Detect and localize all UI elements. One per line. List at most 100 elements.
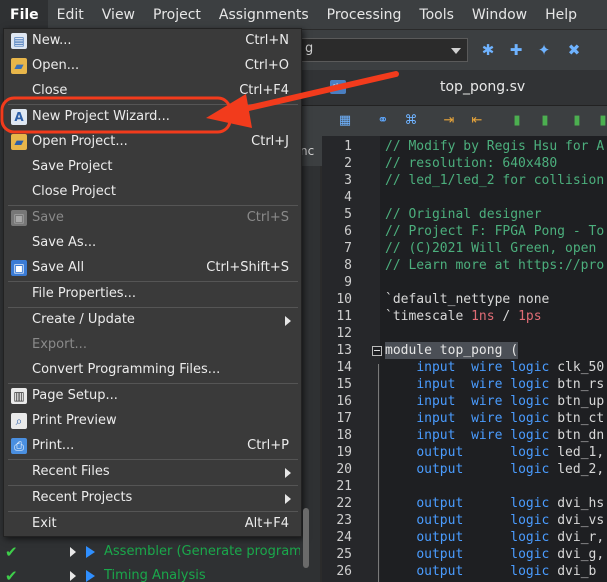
code-token: / xyxy=(494,309,519,324)
menu-item-label: Save All xyxy=(32,260,85,275)
bookmark-prev-icon[interactable]: ▮ xyxy=(568,112,586,130)
menu-window[interactable]: Window xyxy=(463,0,536,30)
menu-item-label: Export... xyxy=(32,337,87,352)
code-line: input wire logic btn_dn xyxy=(416,428,605,443)
menu-item-save-project[interactable]: Save Project xyxy=(4,155,301,180)
fold-toggle-icon[interactable] xyxy=(372,346,382,356)
indent-icon[interactable]: ⇥ xyxy=(440,112,458,130)
menu-item-label: Recent Projects xyxy=(32,490,133,505)
menu-item-shortcut: Ctrl+P xyxy=(247,438,289,453)
find-icon[interactable]: ⚭ xyxy=(374,112,392,130)
line-number: 11 xyxy=(336,309,352,324)
menu-item-recent-files[interactable]: Recent Files xyxy=(4,460,301,485)
line-number: 22 xyxy=(336,496,352,511)
menu-item-open-project[interactable]: ▰ Open Project... Ctrl+J xyxy=(4,130,301,155)
menu-edit[interactable]: Edit xyxy=(48,0,93,30)
side-strip-label: nc xyxy=(300,136,322,166)
menu-file[interactable]: File xyxy=(0,0,48,30)
templates-icon[interactable]: ▦ xyxy=(336,112,354,130)
menu-item-save-all[interactable]: ▣ Save All Ctrl+Shift+S xyxy=(4,256,301,281)
line-number: 2 xyxy=(344,156,352,171)
menu-item-shortcut: Ctrl+S xyxy=(246,210,289,225)
outdent-icon[interactable]: ⇤ xyxy=(468,112,486,130)
print-preview-icon: ⌕ xyxy=(11,413,27,429)
menu-item-shortcut: Ctrl+N xyxy=(245,33,289,48)
menu-help[interactable]: Help xyxy=(536,0,586,30)
menu-item-new-project-wizard[interactable]: A New Project Wizard... xyxy=(4,105,301,130)
menu-item-print[interactable]: ⎙ Print... Ctrl+P xyxy=(4,434,301,459)
replace-icon[interactable]: ⌘ xyxy=(402,112,420,130)
task-row[interactable]: ✔ Timing Analysis xyxy=(0,565,300,582)
code-line: // led_1/led_2 for collision xyxy=(385,173,605,188)
bookmark-icon[interactable]: ▮ xyxy=(508,112,526,130)
expand-arrow-icon[interactable] xyxy=(70,547,76,557)
run-task-icon[interactable] xyxy=(86,570,95,582)
line-number: 24 xyxy=(336,530,352,545)
menu-bar: File Edit View Project Assignments Proce… xyxy=(0,0,607,30)
page-setup-icon: ▥ xyxy=(11,388,27,404)
compilation-tasks: ✔ Assembler (Generate programmi ✔ Timing… xyxy=(0,535,300,582)
menu-project[interactable]: Project xyxy=(144,0,210,30)
menu-view[interactable]: View xyxy=(93,0,144,30)
tab-top-pong[interactable]: top_pong.sv xyxy=(440,79,525,95)
line-number: 21 xyxy=(336,479,352,494)
revision-combo-value: g xyxy=(305,41,314,56)
menu-item-print-preview[interactable]: ⌕ Print Preview xyxy=(4,409,301,434)
task-row[interactable]: ✔ Assembler (Generate programmi xyxy=(0,541,300,565)
main-toolbar: g ✱ ✚ ✦ ✖ xyxy=(300,30,607,70)
print-icon: ⎙ xyxy=(11,438,27,454)
line-number: 26 xyxy=(336,564,352,579)
bookmark-clear-icon[interactable]: ▮ xyxy=(594,112,607,130)
code-line: input wire logic btn_up xyxy=(416,394,605,409)
line-number: 3 xyxy=(344,173,352,188)
menu-item-recent-projects[interactable]: Recent Projects xyxy=(4,486,301,511)
menu-item-label: File Properties... xyxy=(32,286,136,301)
menu-item-label: Recent Files xyxy=(32,464,110,479)
programmer-icon[interactable]: ✖ xyxy=(564,40,584,60)
run-task-icon[interactable] xyxy=(86,546,95,558)
verilog-file-icon: abc xyxy=(330,80,346,94)
editor-tab-bar: abc top_pong.sv xyxy=(300,70,607,106)
line-number: 6 xyxy=(344,224,352,239)
bookmark-next-icon[interactable]: ▮ xyxy=(536,112,554,130)
line-number: 10 xyxy=(336,292,352,307)
submenu-arrow-icon xyxy=(285,316,291,326)
code-editor[interactable]: 1 // Modify by Regis Hsu for A 2 // resolu… xyxy=(322,136,607,582)
code-line: output logic led_1, xyxy=(416,445,605,460)
settings-chip-icon[interactable]: ✱ xyxy=(478,40,498,60)
menu-item-create-update[interactable]: Create / Update xyxy=(4,308,301,333)
menu-item-shortcut: Ctrl+J xyxy=(251,134,289,149)
chip-planner-icon[interactable]: ✚ xyxy=(506,40,526,60)
submenu-arrow-icon xyxy=(285,468,291,478)
submenu-arrow-icon xyxy=(285,494,291,504)
code-token: 1ps xyxy=(518,309,542,324)
menu-item-new[interactable]: ▤ New... Ctrl+N xyxy=(4,29,301,54)
code-line: output logic dvi_b xyxy=(416,564,597,579)
menu-item-label: Print Preview xyxy=(32,413,117,428)
menu-tools[interactable]: Tools xyxy=(410,0,463,30)
new-file-icon: ▤ xyxy=(11,33,27,49)
line-number: 8 xyxy=(344,258,352,273)
menu-item-save-as[interactable]: Save As... xyxy=(4,231,301,256)
menu-item-label: New... xyxy=(32,33,72,48)
line-number: 18 xyxy=(336,428,352,443)
scrollbar[interactable] xyxy=(303,508,309,568)
compile-icon[interactable]: ✦ xyxy=(534,40,554,60)
menu-item-close[interactable]: Close Ctrl+F4 xyxy=(4,79,301,104)
menu-item-page-setup[interactable]: ▥ Page Setup... xyxy=(4,384,301,409)
menu-assignments[interactable]: Assignments xyxy=(210,0,318,30)
menu-item-exit[interactable]: Exit Alt+F4 xyxy=(4,512,301,537)
menu-item-file-properties[interactable]: File Properties... xyxy=(4,282,301,307)
task-label: Assembler (Generate programmi xyxy=(104,544,300,559)
menu-processing[interactable]: Processing xyxy=(318,0,411,30)
revision-combo[interactable]: g xyxy=(300,38,468,62)
menu-item-label: Print... xyxy=(32,438,75,453)
menu-item-close-project[interactable]: Close Project xyxy=(4,180,301,205)
line-number: 23 xyxy=(336,513,352,528)
menu-item-shortcut: Ctrl+F4 xyxy=(239,83,289,98)
code-line: // Modify by Regis Hsu for A xyxy=(385,139,605,154)
menu-item-convert-programming-files[interactable]: Convert Programming Files... xyxy=(4,358,301,383)
menu-item-label: Convert Programming Files... xyxy=(32,362,221,377)
expand-arrow-icon[interactable] xyxy=(70,571,76,581)
menu-item-open[interactable]: ▰ Open... Ctrl+O xyxy=(4,54,301,79)
